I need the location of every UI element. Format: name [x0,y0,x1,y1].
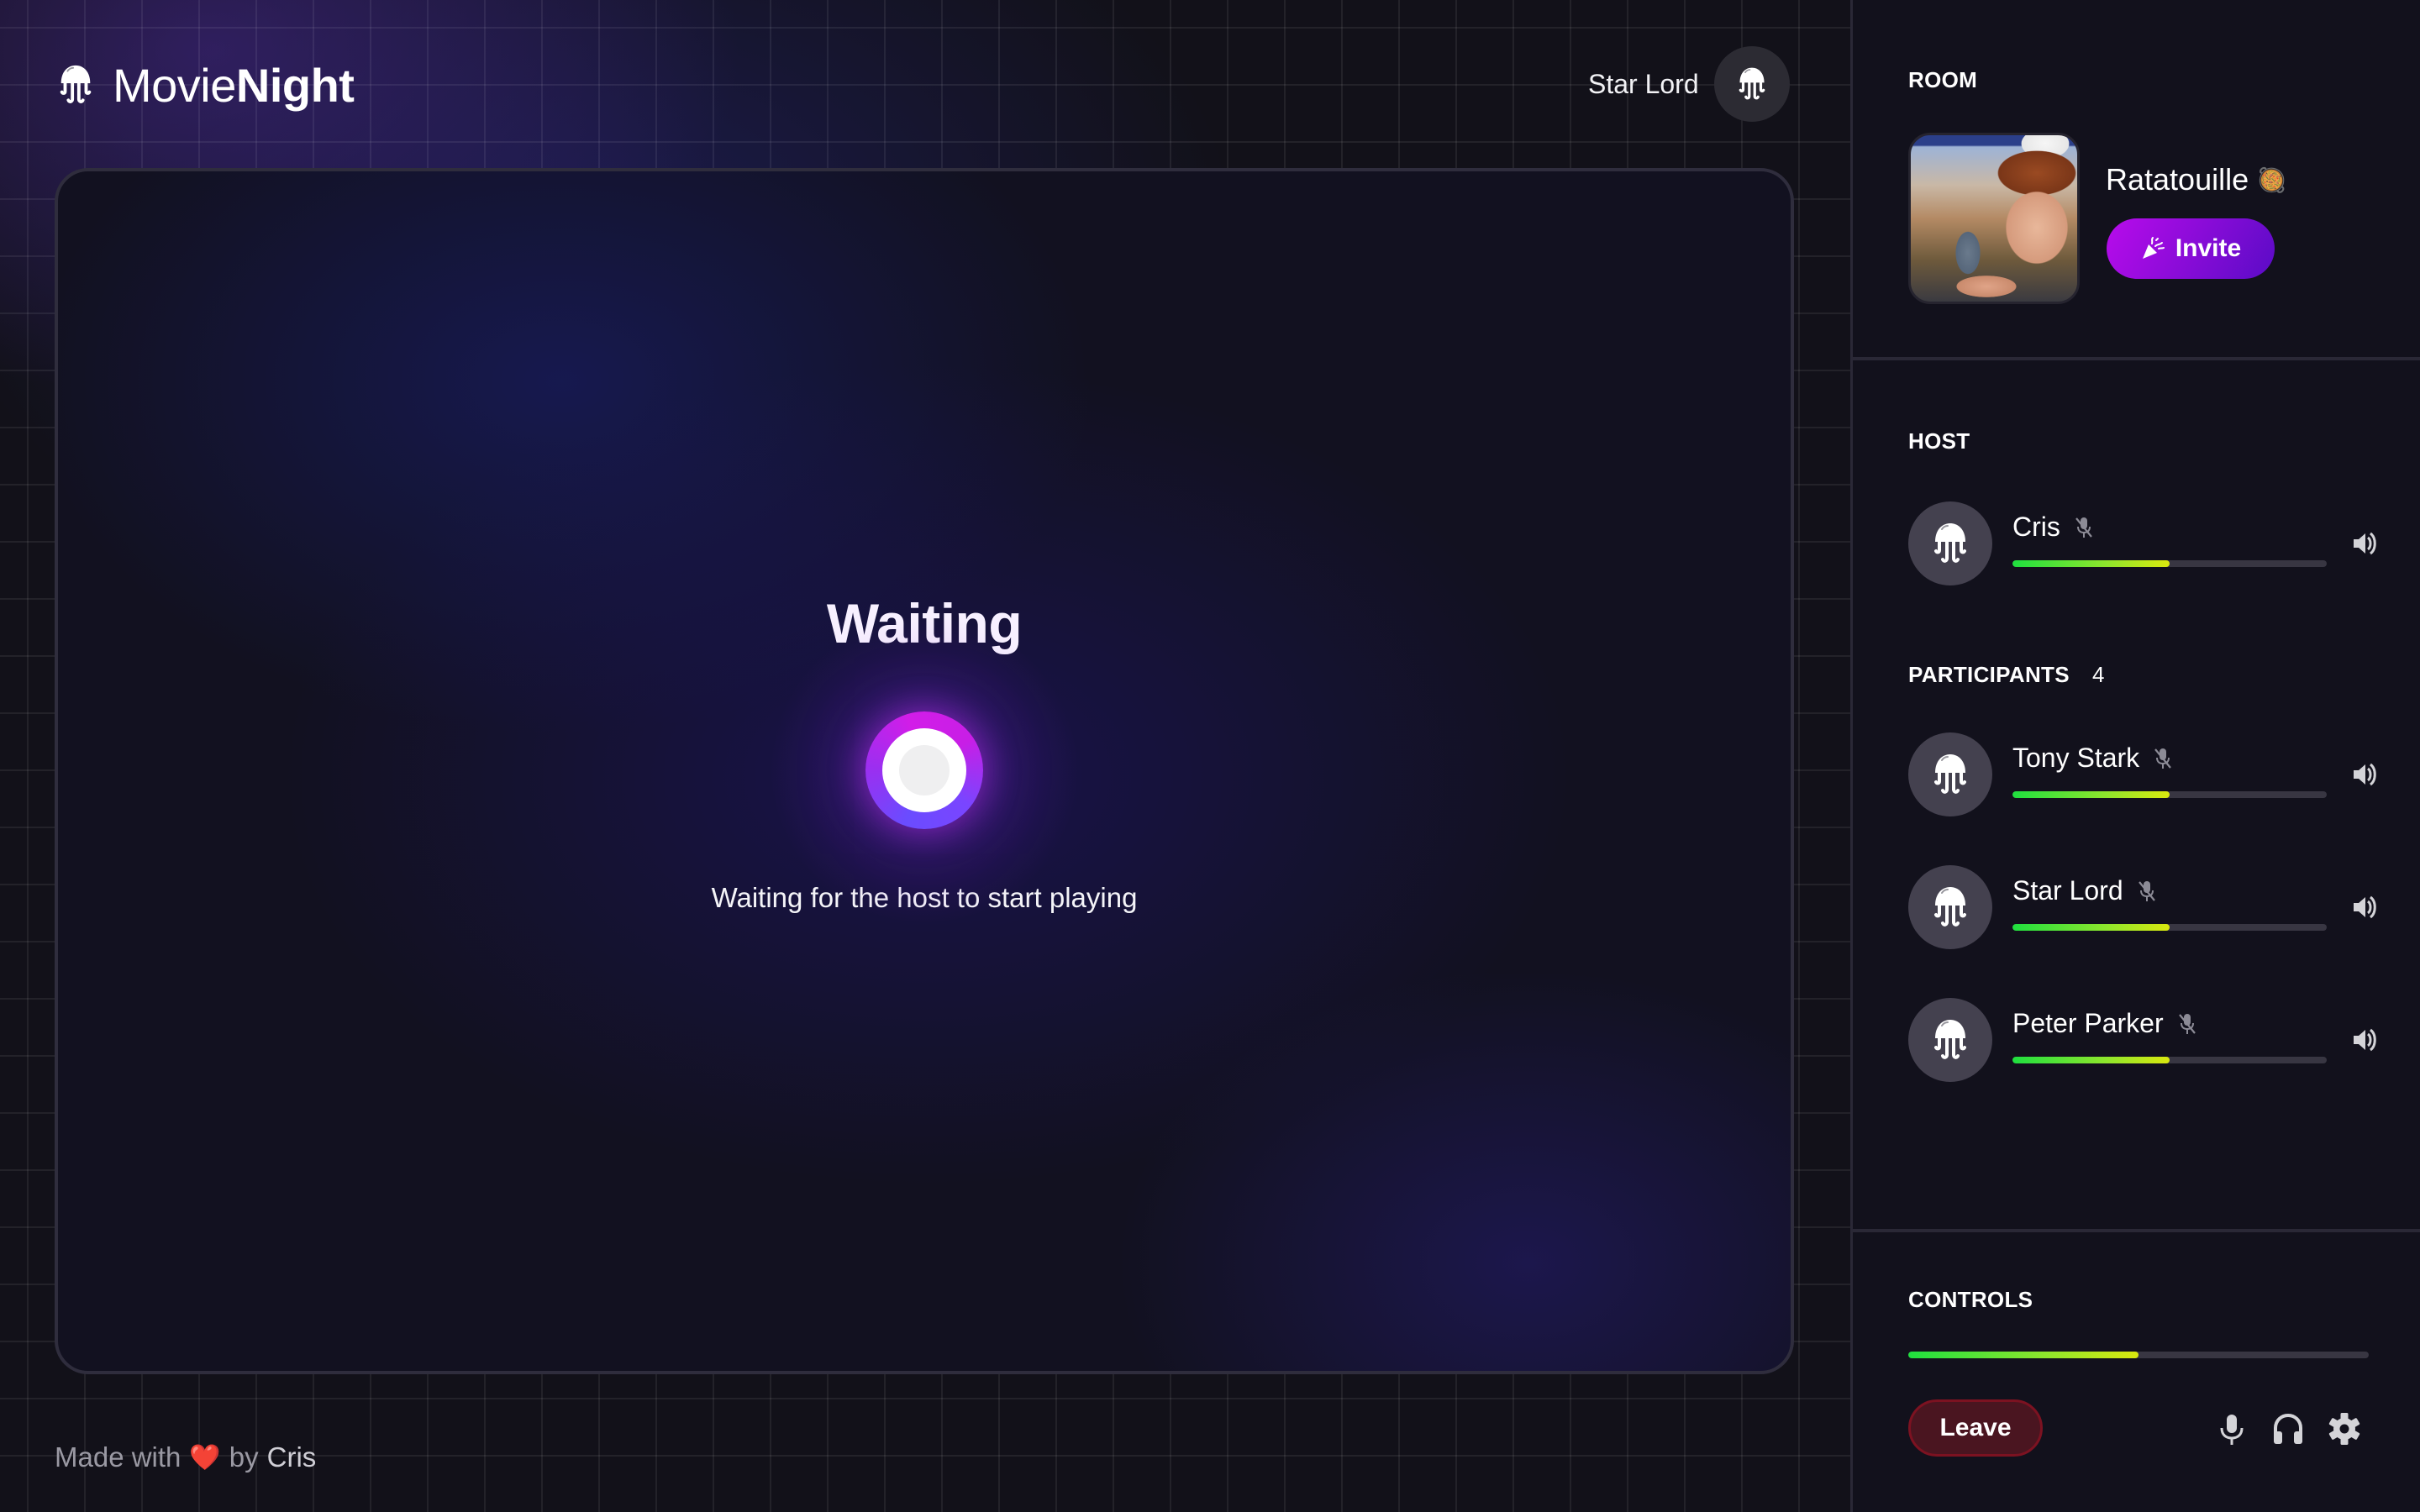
footer-author-link[interactable]: Cris [267,1441,317,1473]
current-user-name: Star Lord [1588,68,1699,99]
room-movie-title: Ratatouille 🥘 [2106,162,2286,197]
party-popper-icon [2142,237,2165,259]
audio-level-meter [2012,791,2327,798]
participants-count: 4 [2092,662,2105,687]
video-player-area: Waiting Waiting for the host to start pl… [55,168,1794,1374]
room-sidebar: ROOM Ratatouille 🥘 Invite HOST Cris PART… [1850,0,2420,1512]
member-avatar [1908,998,1992,1082]
mic-muted-icon [2153,747,2173,770]
waiting-state: Waiting Waiting for the host to start pl… [58,591,1791,926]
member-name-text: Star Lord [2012,875,2123,906]
member-name: Tony Stark [2012,743,2173,774]
my-audio-level-fill [1908,1352,2139,1358]
app-logo[interactable]: MovieNight [57,55,355,114]
orb-core [899,745,950,795]
participant-row: Star Lord [1908,865,2396,949]
headphones-icon [2274,1413,2302,1444]
member-name: Cris [2012,512,2094,543]
my-audio-level-meter [1908,1352,2369,1358]
member-avatar [1908,732,1992,816]
movie-title-text: Ratatouille [2106,162,2249,197]
brand-name-bold: Night [235,58,355,112]
audio-level-meter [2012,560,2327,567]
controls-section-label: CONTROLS [1908,1287,2033,1312]
member-name-text: Cris [2012,512,2060,542]
jellyfish-icon [1932,1018,1969,1062]
host-member-row: Cris [1908,501,2396,585]
jellyfish-icon [57,64,94,106]
participant-row: Tony Stark [1908,732,2396,816]
member-name-text: Peter Parker [2012,1008,2164,1038]
jellyfish-icon [1737,66,1767,102]
paella-pan-icon: 🥘 [2257,166,2286,193]
section-divider [1853,1229,2420,1232]
brand-name-light: Movie [113,58,236,112]
participant-row: Peter Parker [1908,998,2396,1082]
audio-level-fill [2012,791,2170,798]
current-user-chip[interactable]: Star Lord [1588,46,1790,122]
heart-icon: ❤️ [189,1443,221,1472]
leave-room-button[interactable]: Leave [1908,1399,2043,1457]
current-user-avatar[interactable] [1713,46,1790,122]
member-name-text: Tony Stark [2012,743,2140,773]
speaker-volume-icon[interactable] [2350,528,2381,559]
footer-credit: Made with ❤️ by Cris [55,1441,316,1473]
mic-muted-icon [2177,1012,2197,1036]
member-name: Peter Parker [2012,1008,2197,1039]
settings-button[interactable] [2327,1411,2362,1446]
brand-name: MovieNight [113,58,355,113]
loading-orb-icon [769,615,1080,926]
speaker-volume-icon[interactable] [2350,1025,2381,1055]
headphones-toggle-button[interactable] [2270,1411,2306,1446]
jellyfish-icon [1932,522,1969,565]
footer-prefix: Made with [55,1441,182,1473]
participants-section-label: PARTICIPANTS [1908,662,2070,687]
invite-button[interactable]: Invite [2107,218,2275,279]
host-section-label: HOST [1908,428,1970,454]
audio-level-meter [2012,924,2327,931]
audio-level-fill [2012,924,2170,931]
microphone-toggle-button[interactable] [2214,1411,2249,1446]
jellyfish-icon [1932,753,1969,796]
member-avatar [1908,865,1992,949]
microphone-icon [2220,1415,2244,1445]
stage-area: MovieNight Star Lord Waiting Waiting for… [0,0,1850,1512]
jellyfish-icon [1932,885,1969,929]
invite-label: Invite [2175,234,2242,262]
settings-gear-icon [2328,1413,2360,1445]
member-name: Star Lord [2012,875,2157,906]
audio-level-meter [2012,1057,2327,1063]
audio-level-fill [2012,560,2170,567]
mic-muted-icon [2137,879,2157,903]
speaker-volume-icon[interactable] [2350,759,2381,790]
footer-by: by [229,1441,259,1473]
movie-poster [1908,133,2080,304]
speaker-volume-icon[interactable] [2350,892,2381,922]
mic-muted-icon [2074,516,2094,539]
member-avatar [1908,501,1992,585]
section-divider [1853,357,2420,360]
room-section-label: ROOM [1908,67,1978,92]
audio-level-fill [2012,1057,2170,1063]
